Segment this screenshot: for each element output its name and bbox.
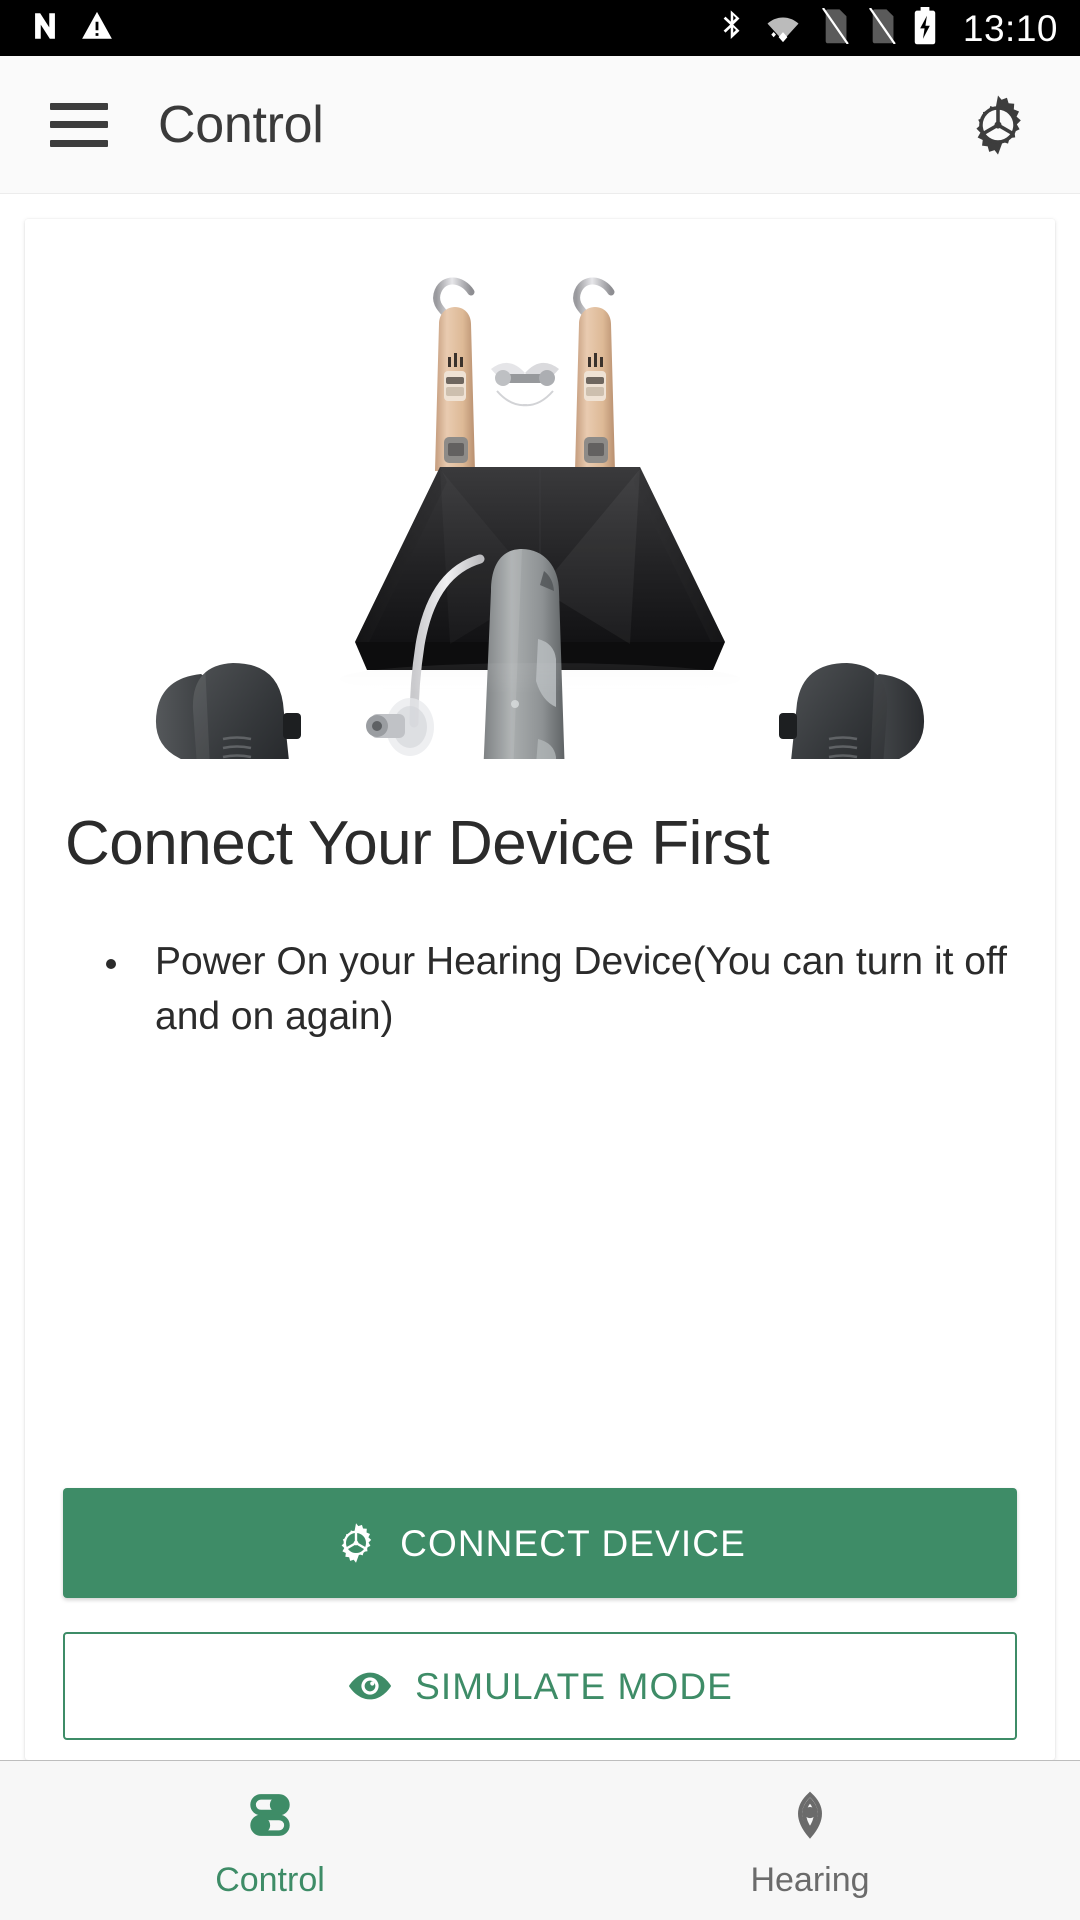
hearing-aids-product-illustration (156, 277, 924, 759)
settings-gear-icon[interactable] (960, 87, 1036, 163)
hamburger-bar-2 (50, 121, 108, 128)
card-headline: Connect Your Device First (65, 809, 770, 878)
bluetooth-icon (717, 8, 747, 49)
beige-hearing-aid-left (433, 277, 475, 471)
ear-tip-dome (366, 698, 434, 756)
card-text-block: Connect Your Device First Power On your … (25, 759, 1055, 1045)
receiver-connector (491, 362, 559, 407)
status-bar: 13:10 (0, 0, 1080, 56)
bottom-navigation: Control Hearing (0, 1760, 1080, 1920)
connect-device-button-label: CONNECT DEVICE (400, 1522, 746, 1564)
instructions-list: Power On your Hearing Device(You can tur… (65, 934, 1015, 1045)
beige-hearing-aid-right (573, 277, 615, 471)
toggle-sliders-icon (241, 1785, 299, 1845)
list-item: Power On your Hearing Device(You can tur… (133, 934, 1015, 1045)
connect-device-button[interactable]: CONNECT DEVICE (63, 1488, 1017, 1598)
earbud-right (779, 663, 924, 759)
app-root: 13:10 Control Connect Your Device First … (0, 0, 1080, 1920)
status-bar-right-icons: 13:10 (717, 6, 1058, 50)
status-bar-clock: 13:10 (962, 7, 1058, 49)
sim-card-off-icon-2 (866, 6, 896, 49)
simulate-mode-button-label: SIMULATE MODE (415, 1665, 733, 1707)
status-bar-left-icons (28, 9, 114, 48)
gear-icon (976, 94, 1021, 155)
gear-icon (341, 1523, 372, 1563)
warning-triangle-icon (80, 9, 114, 48)
connect-device-card: Connect Your Device First Power On your … (25, 219, 1055, 1760)
page-title: Control (158, 95, 324, 154)
hamburger-menu-icon[interactable] (50, 102, 108, 147)
hamburger-bar-1 (50, 102, 108, 110)
nav-tab-hearing-label: Hearing (750, 1860, 870, 1899)
signal-waves-icon (781, 1785, 839, 1845)
app-bar: Control (0, 56, 1080, 194)
nav-tab-hearing[interactable]: Hearing (540, 1761, 1080, 1920)
earbud-left (156, 663, 301, 759)
eye-icon (348, 1672, 392, 1700)
nav-tab-control-label: Control (215, 1860, 325, 1899)
wifi-icon (764, 8, 802, 49)
nfc-icon (28, 9, 62, 48)
battery-charging-icon (913, 6, 937, 50)
sim-card-off-icon (819, 6, 849, 49)
card-actions: CONNECT DEVICE SIMULATE MODE (25, 1488, 1055, 1740)
hero-image (25, 219, 1055, 759)
app-bar-actions (960, 87, 1036, 163)
content-area: Connect Your Device First Power On your … (0, 194, 1080, 1760)
hamburger-bar-3 (50, 139, 108, 147)
nav-tab-control[interactable]: Control (0, 1761, 540, 1920)
simulate-mode-button[interactable]: SIMULATE MODE (63, 1632, 1017, 1740)
